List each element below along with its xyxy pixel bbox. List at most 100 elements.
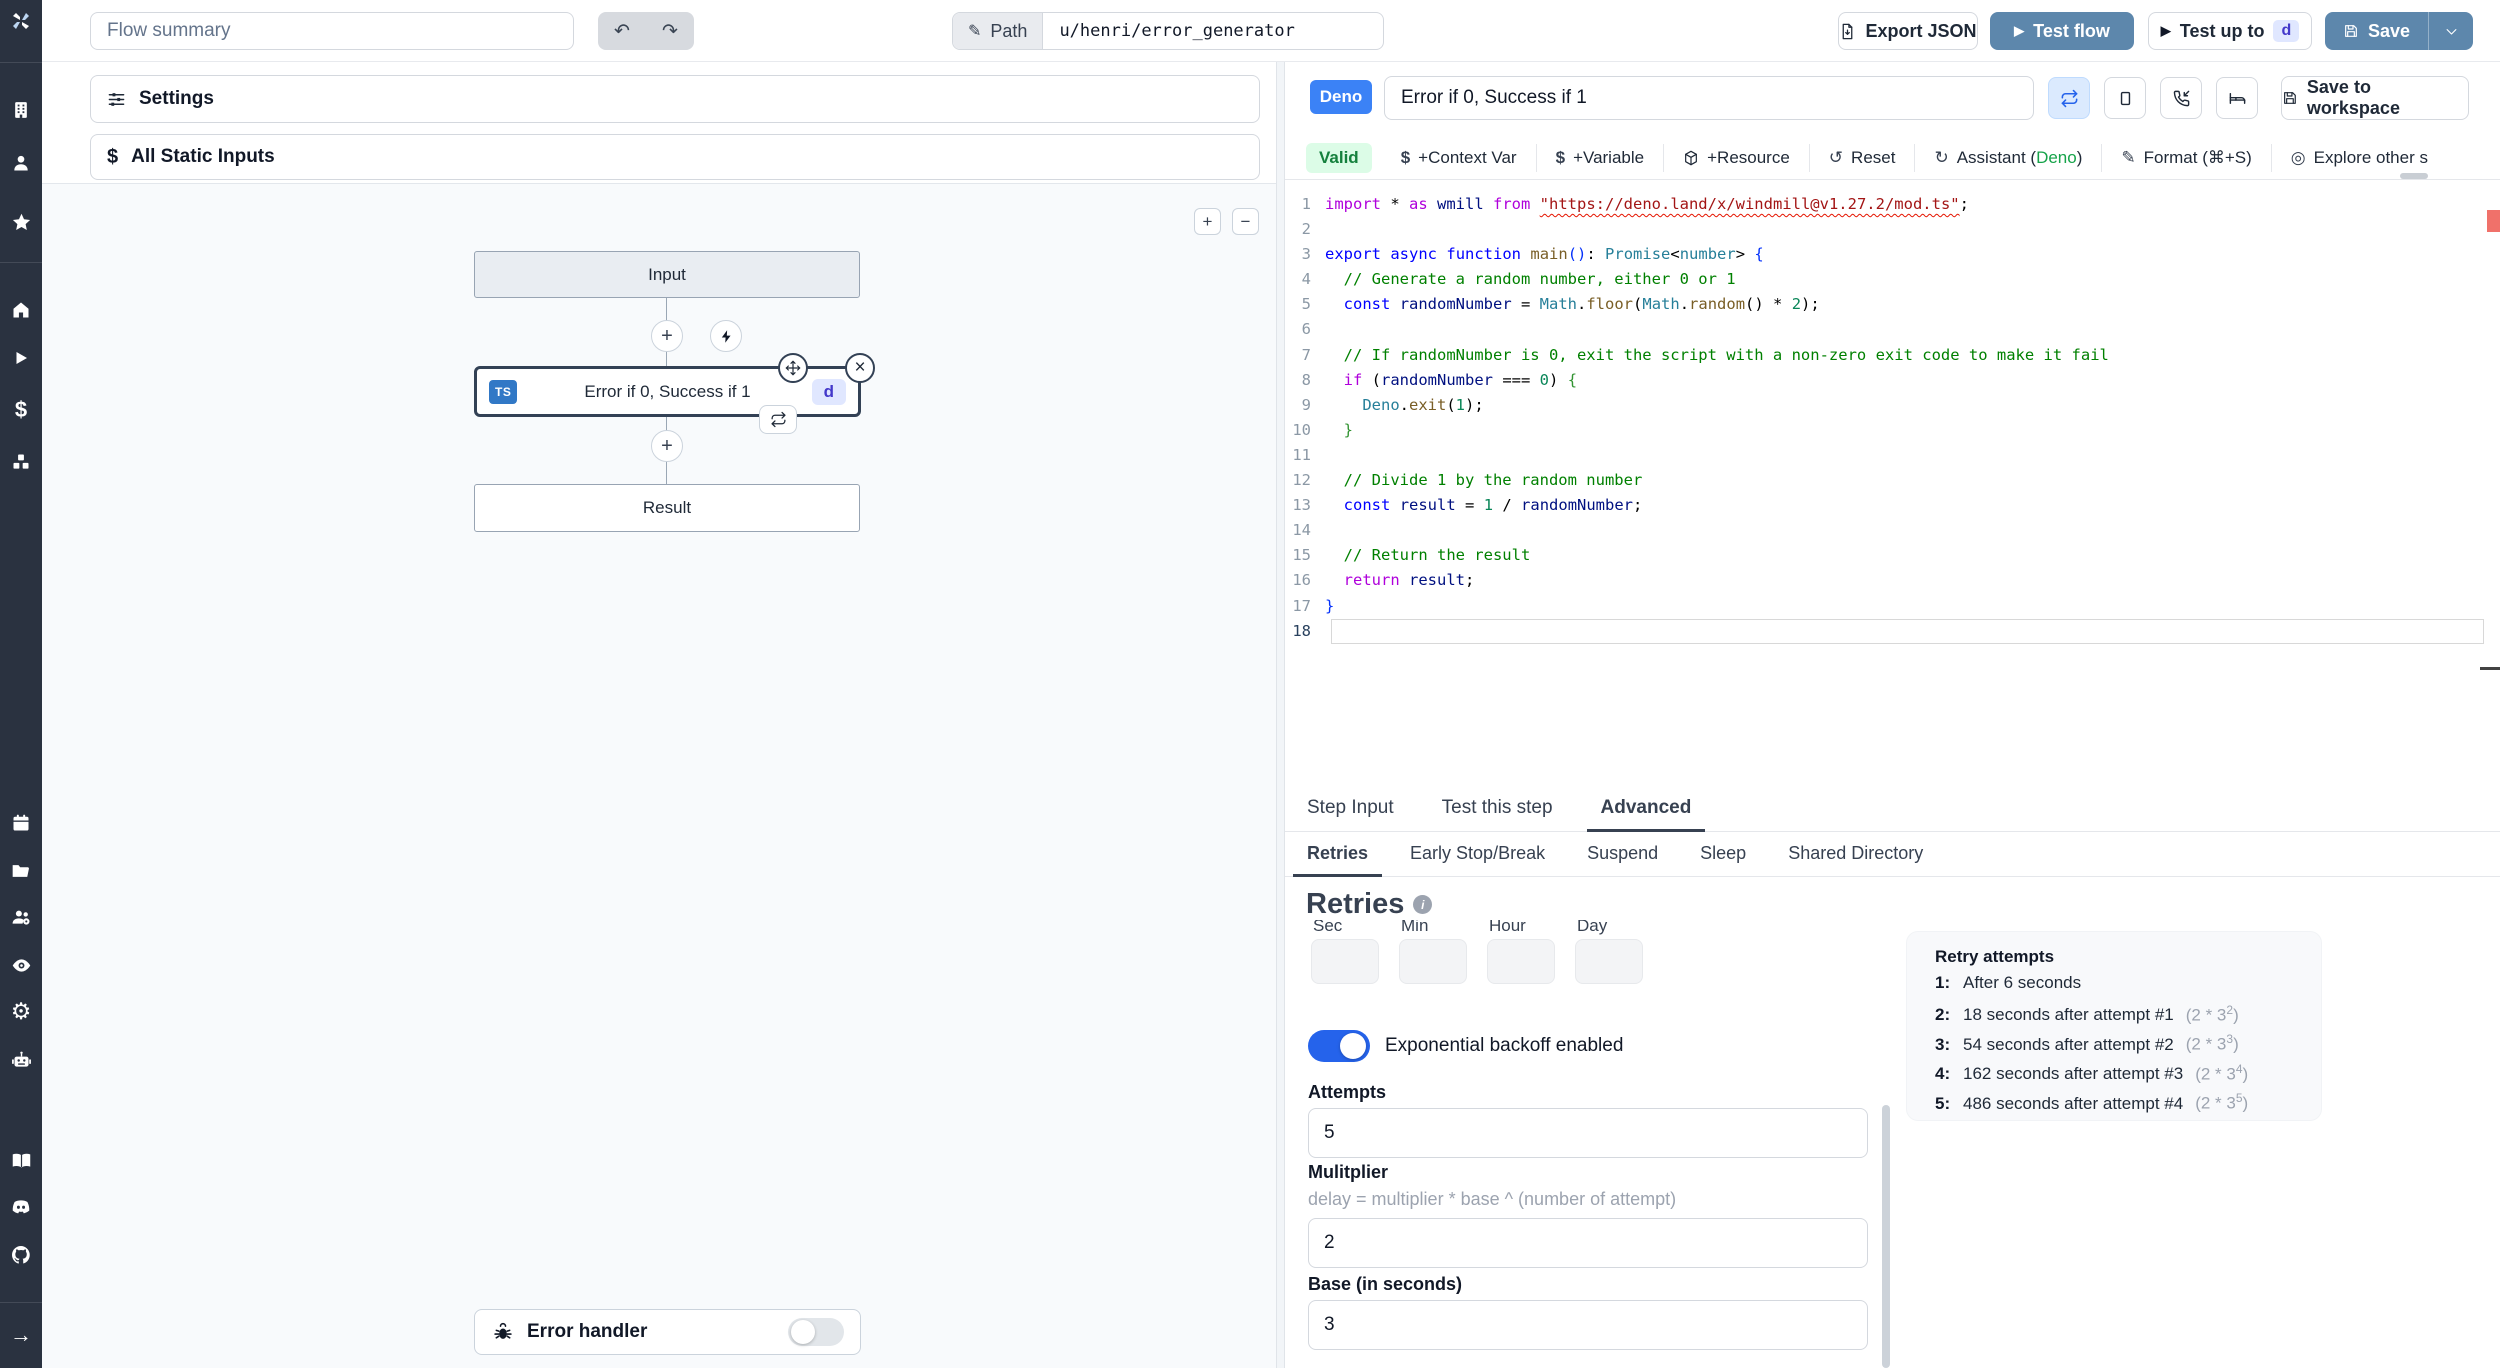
- zoom-out-button[interactable]: −: [1232, 208, 1259, 235]
- code-line[interactable]: 10 }: [1285, 418, 2500, 443]
- path-value[interactable]: u/henri/error_generator: [1043, 13, 1383, 49]
- undo-button[interactable]: ↶: [598, 12, 646, 50]
- tab-step-input[interactable]: Step Input: [1307, 787, 1394, 831]
- test-up-to-button[interactable]: ▶ Test up to d: [2148, 12, 2312, 50]
- windmill-logo[interactable]: [0, 6, 42, 36]
- groups-users-gear-icon[interactable]: [0, 902, 42, 932]
- reset-button[interactable]: ↺ Reset: [1808, 143, 1915, 172]
- toolbar-hscrollbar[interactable]: [2400, 173, 2428, 179]
- code-line[interactable]: 18: [1285, 618, 2500, 644]
- add-context-var-button[interactable]: $ +Context Var: [1382, 144, 1536, 172]
- code-line[interactable]: 2: [1285, 217, 2500, 242]
- code-line[interactable]: 9 Deno.exit(1);: [1285, 393, 2500, 418]
- variables-dollar-icon[interactable]: $: [0, 395, 42, 425]
- zoom-in-button[interactable]: +: [1194, 208, 1221, 235]
- exponential-backoff-toggle[interactable]: [1308, 1030, 1370, 1062]
- flow-summary-input[interactable]: [90, 12, 574, 50]
- delete-step-button[interactable]: ×: [845, 353, 875, 383]
- hour-input[interactable]: [1487, 939, 1555, 984]
- suspend-approval-button[interactable]: [2160, 77, 2202, 119]
- code-line[interactable]: 14: [1285, 518, 2500, 543]
- panel-divider[interactable]: [1276, 62, 1285, 1368]
- subtab-sleep[interactable]: Sleep: [1700, 833, 1746, 876]
- sec-input[interactable]: [1311, 939, 1379, 984]
- code-line[interactable]: 15 // Return the result: [1285, 543, 2500, 568]
- add-variable-button[interactable]: $ +Variable: [1535, 143, 1664, 172]
- day-input[interactable]: [1575, 939, 1643, 984]
- line-number: 6: [1301, 320, 1311, 339]
- add-step-button[interactable]: +: [651, 430, 683, 462]
- runs-play-icon[interactable]: [0, 343, 42, 373]
- flow-settings-row[interactable]: Settings: [90, 75, 1260, 123]
- flow-node-input[interactable]: Input: [474, 251, 860, 298]
- subtab-suspend[interactable]: Suspend: [1587, 833, 1658, 876]
- code-line[interactable]: 13 const result = 1 / randomNumber;: [1285, 493, 2500, 518]
- add-resource-button[interactable]: +Resource: [1663, 143, 1809, 172]
- all-static-inputs-row[interactable]: $ All Static Inputs: [90, 134, 1260, 180]
- path-field[interactable]: ✎ Path u/henri/error_generator: [952, 12, 1385, 50]
- line-content: const result = 1 / randomNumber;: [1343, 496, 1643, 515]
- code-line[interactable]: 8 if (randomNumber === 0) {: [1285, 368, 2500, 393]
- audit-eye-icon[interactable]: [0, 950, 42, 980]
- code-line[interactable]: 7 // If randomNumber is 0, exit the scri…: [1285, 343, 2500, 368]
- retries-title: Retries i: [1306, 888, 1433, 921]
- sidebar-divider: [0, 62, 42, 63]
- favorites-star-icon[interactable]: [0, 207, 42, 237]
- flow-node-result[interactable]: Result: [474, 484, 860, 532]
- base-input[interactable]: [1308, 1300, 1868, 1350]
- tab-advanced[interactable]: Advanced: [1586, 787, 1706, 832]
- assistant-button[interactable]: ↻ Assistant (Deno): [1914, 143, 2101, 172]
- format-button[interactable]: ✎ Format (⌘+S): [2101, 143, 2270, 172]
- settings-gear-icon[interactable]: ⚙: [0, 996, 42, 1026]
- flow-canvas[interactable]: + − Input + TS Error if 0, Success if 1 …: [42, 183, 1276, 1368]
- explore-scripts-button[interactable]: ◎ Explore other s: [2270, 143, 2447, 172]
- retries-toggle-button[interactable]: [2048, 77, 2090, 119]
- sleep-button[interactable]: [2216, 77, 2258, 119]
- code-line[interactable]: 17}: [1285, 594, 2500, 619]
- export-json-button[interactable]: Export JSON: [1838, 12, 1978, 50]
- code-line[interactable]: 12 // Divide 1 by the random number: [1285, 468, 2500, 493]
- info-icon[interactable]: i: [1413, 895, 1433, 914]
- retry-indicator-button[interactable]: [759, 405, 797, 434]
- early-stop-button[interactable]: [2104, 77, 2146, 119]
- schedules-calendar-icon[interactable]: [0, 808, 42, 838]
- code-line[interactable]: 6: [1285, 317, 2500, 342]
- user-icon[interactable]: [0, 148, 42, 178]
- code-line[interactable]: 5 const randomNumber = Math.floor(Math.r…: [1285, 292, 2500, 317]
- save-dropdown-button[interactable]: [2429, 12, 2473, 50]
- code-line[interactable]: 1 import * as wmill from "https://deno.la…: [1285, 192, 2500, 217]
- add-step-button[interactable]: +: [651, 320, 683, 352]
- move-step-button[interactable]: [778, 353, 808, 383]
- resources-boxes-icon[interactable]: [0, 447, 42, 477]
- ai-robot-icon[interactable]: [0, 1045, 42, 1075]
- code-line[interactable]: 4 // Generate a random number, either 0 …: [1285, 267, 2500, 292]
- panel-vscrollbar[interactable]: [1882, 1105, 1890, 1368]
- collapse-arrow-right-icon[interactable]: →: [0, 1320, 42, 1350]
- code-editor[interactable]: 1 import * as wmill from "https://deno.la…: [1285, 182, 2500, 786]
- error-handler-row[interactable]: Error handler: [474, 1309, 861, 1355]
- code-line[interactable]: 16 return result;: [1285, 568, 2500, 593]
- min-input[interactable]: [1399, 939, 1467, 984]
- save-to-workspace-button[interactable]: Save to workspace: [2281, 76, 2469, 120]
- subtab-shared-directory[interactable]: Shared Directory: [1788, 833, 1923, 876]
- discord-icon[interactable]: [0, 1192, 42, 1222]
- redo-button[interactable]: ↷: [646, 12, 694, 50]
- save-button[interactable]: Save: [2325, 12, 2430, 50]
- add-branch-bolt-button[interactable]: [710, 320, 742, 352]
- multiplier-input[interactable]: [1308, 1218, 1868, 1268]
- code-line[interactable]: 11: [1285, 443, 2500, 468]
- workspace-building-icon[interactable]: [0, 95, 42, 125]
- home-icon[interactable]: [0, 295, 42, 325]
- subtab-retries[interactable]: Retries: [1292, 833, 1383, 877]
- code-line[interactable]: 3 export async function main(): Promise<n…: [1285, 242, 2500, 267]
- sched-label-min: Min: [1401, 920, 1429, 935]
- step-summary-input[interactable]: [1384, 76, 2034, 120]
- subtab-early-stop[interactable]: Early Stop/Break: [1410, 833, 1545, 876]
- folders-icon[interactable]: [0, 856, 42, 886]
- github-icon[interactable]: [0, 1240, 42, 1270]
- test-flow-button[interactable]: ▶ Test flow: [1990, 12, 2134, 50]
- attempts-input[interactable]: [1308, 1108, 1868, 1158]
- docs-book-icon[interactable]: [0, 1145, 42, 1175]
- tab-test-this-step[interactable]: Test this step: [1442, 787, 1553, 831]
- error-handler-toggle[interactable]: [788, 1318, 844, 1346]
